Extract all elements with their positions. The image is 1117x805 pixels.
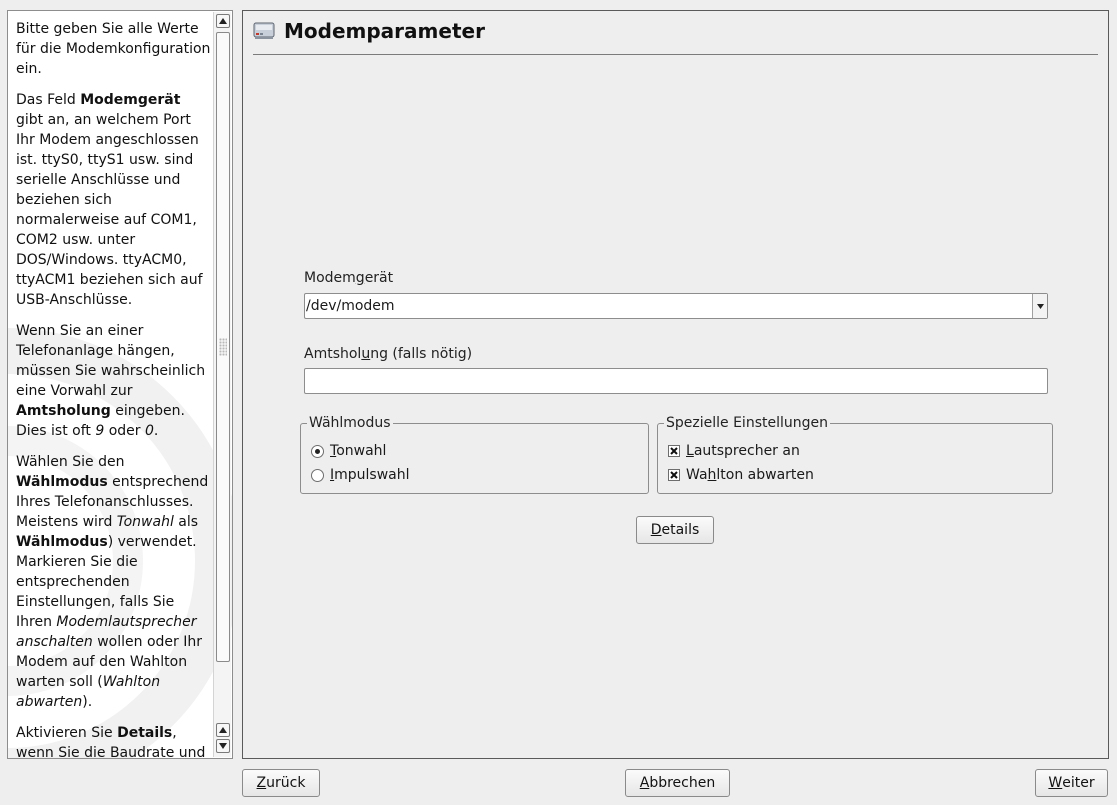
chevron-down-icon: [1036, 303, 1044, 309]
speaker-on-checkbox[interactable]: Lautsprecher an: [668, 442, 800, 460]
page-title: Modemparameter: [284, 19, 485, 43]
title-row: Modemparameter: [253, 16, 485, 46]
arrow-up-icon: [219, 727, 227, 733]
scroll-up-button-lower[interactable]: [216, 723, 230, 737]
radio-unselected-icon: [311, 468, 324, 482]
details-button[interactable]: Details: [636, 516, 714, 544]
scroll-down-button[interactable]: [216, 739, 230, 753]
title-divider: [253, 54, 1098, 55]
pulse-dial-radio[interactable]: Impulswahl: [311, 466, 410, 484]
arrow-up-icon: [219, 18, 227, 24]
tone-dial-label: Tonwahl: [330, 443, 387, 459]
back-button[interactable]: Zurück: [242, 769, 320, 797]
special-settings-title: Spezielle Einstellungen: [664, 415, 830, 431]
dropdown-button[interactable]: [1032, 294, 1047, 318]
modem-icon: [253, 22, 275, 39]
radio-selected-icon: [311, 444, 324, 458]
special-settings-group: Spezielle Einstellungen Lautsprecher an …: [657, 415, 1053, 494]
wait-dialtone-label: Wahlton abwarten: [686, 467, 814, 483]
help-paragraph: Wählen Sie den Wählmodus entsprechend Ih…: [16, 454, 209, 710]
help-paragraph: Aktivieren Sie Details, wenn Sie die Bau…: [16, 725, 206, 759]
pulse-dial-label: Impulswahl: [330, 467, 410, 483]
tone-dial-radio[interactable]: Tonwahl: [311, 442, 386, 460]
modem-device-combobox[interactable]: /dev/modem: [304, 293, 1048, 319]
cancel-button[interactable]: Abbrechen: [625, 769, 730, 797]
next-button[interactable]: Weiter: [1035, 769, 1108, 797]
checkbox-checked-icon: [668, 469, 680, 481]
main-panel: Modemparameter Modemgerät /dev/modem Amt…: [242, 10, 1109, 759]
prefix-label: Amtsholung (falls nötig): [304, 346, 473, 362]
modem-device-label: Modemgerät: [304, 270, 394, 286]
scroll-up-button[interactable]: [216, 14, 230, 28]
help-panel[interactable]: Bitte geben Sie alle Werte für die Modem…: [7, 10, 233, 759]
checkbox-checked-icon: [668, 445, 680, 457]
scrollbar-thumb[interactable]: [216, 32, 230, 662]
help-paragraph: Wenn Sie an einer Telefonanlage hängen, …: [16, 323, 206, 439]
help-paragraph: Bitte geben Sie alle Werte für die Modem…: [16, 21, 211, 77]
help-text: Bitte geben Sie alle Werte für die Modem…: [16, 19, 212, 759]
grip-icon: [219, 338, 227, 356]
help-scrollbar[interactable]: [213, 12, 231, 757]
dial-mode-title: Wählmodus: [307, 415, 393, 431]
speaker-on-label: Lautsprecher an: [686, 443, 800, 459]
prefix-input[interactable]: [304, 368, 1048, 394]
modem-device-value: /dev/modem: [306, 298, 395, 314]
dial-mode-group: Wählmodus Tonwahl Impulswahl: [300, 415, 649, 494]
wait-dialtone-checkbox[interactable]: Wahlton abwarten: [668, 466, 814, 484]
help-paragraph: Das Feld Modemgerät gibt an, an welchem …: [16, 92, 203, 308]
arrow-down-icon: [219, 743, 227, 749]
